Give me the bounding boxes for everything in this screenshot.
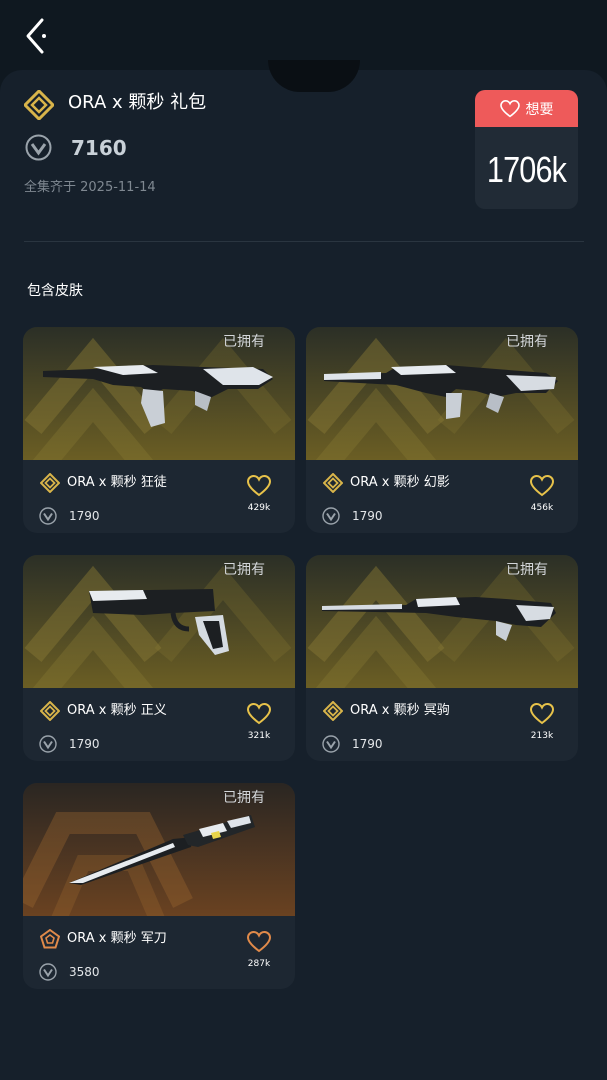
divider (24, 241, 584, 242)
wishlist-count: 1706k (486, 149, 567, 190)
valorant-points-icon (39, 963, 57, 981)
deluxe-tier-icon (40, 701, 60, 721)
wishlist-card[interactable]: 想要 1706k (475, 90, 578, 209)
skin-name: ORA x 颗秒 狂徒 (67, 475, 167, 490)
valorant-points-icon (39, 735, 57, 753)
skin-price: 1790 (352, 737, 383, 751)
skin-price: 1790 (352, 509, 383, 523)
chevron-left-icon[interactable] (22, 16, 54, 56)
heart-icon[interactable] (247, 931, 271, 953)
heart-icon (499, 99, 520, 117)
skin-likes: 213k (530, 731, 554, 741)
owned-label: 已拥有 (223, 334, 265, 350)
skin-likes: 321k (247, 731, 271, 741)
skin-card[interactable]: 已拥有 ORA x 颗秒 正义 1790 321k (23, 555, 295, 761)
skin-likes: 429k (247, 503, 271, 513)
skin-price: 3580 (69, 965, 100, 979)
wishlist-button[interactable]: 想要 (475, 90, 578, 127)
skin-card[interactable]: 已拥有 ORA x 颗秒 冥驹 1790 213k (306, 555, 578, 761)
bundle-title: ORA x 颗秒 礼包 (68, 92, 207, 113)
premium-tier-icon (40, 929, 60, 949)
skin-card[interactable]: 已拥有 ORA x 颗秒 幻影 1790 456k (306, 327, 578, 533)
owned-label: 已拥有 (223, 790, 265, 806)
skin-card[interactable]: 已拥有 ORA x 颗秒 狂徒 1790 429k (23, 327, 295, 533)
owned-label: 已拥有 (506, 334, 548, 350)
valorant-points-icon (39, 507, 57, 525)
skin-price: 1790 (69, 509, 100, 523)
skin-name: ORA x 颗秒 正义 (67, 703, 167, 718)
skin-likes: 456k (530, 503, 554, 513)
heart-icon[interactable] (530, 475, 554, 497)
owned-label: 已拥有 (506, 562, 548, 578)
valorant-points-icon (322, 507, 340, 525)
bundle-price: 7160 (71, 136, 127, 160)
deluxe-tier-icon (40, 473, 60, 493)
deluxe-tier-icon (323, 473, 343, 493)
skin-name: ORA x 颗秒 冥驹 (350, 703, 450, 718)
heart-icon[interactable] (247, 475, 271, 497)
heart-icon[interactable] (530, 703, 554, 725)
skin-card[interactable]: 已拥有 ORA x 颗秒 军刀 3580 287k (23, 783, 295, 989)
deluxe-tier-icon (24, 90, 54, 120)
deluxe-tier-icon (323, 701, 343, 721)
section-title: 包含皮肤 (27, 283, 83, 299)
valorant-points-icon (25, 134, 52, 161)
wishlist-label: 想要 (525, 101, 554, 118)
valorant-points-icon (322, 735, 340, 753)
heart-icon[interactable] (247, 703, 271, 725)
bundle-complete-date: 全集齐于 2025-11-14 (24, 180, 156, 195)
skin-price: 1790 (69, 737, 100, 751)
skin-likes: 287k (247, 959, 271, 969)
owned-label: 已拥有 (223, 562, 265, 578)
skin-name: ORA x 颗秒 军刀 (67, 931, 167, 946)
skin-name: ORA x 颗秒 幻影 (350, 475, 450, 490)
